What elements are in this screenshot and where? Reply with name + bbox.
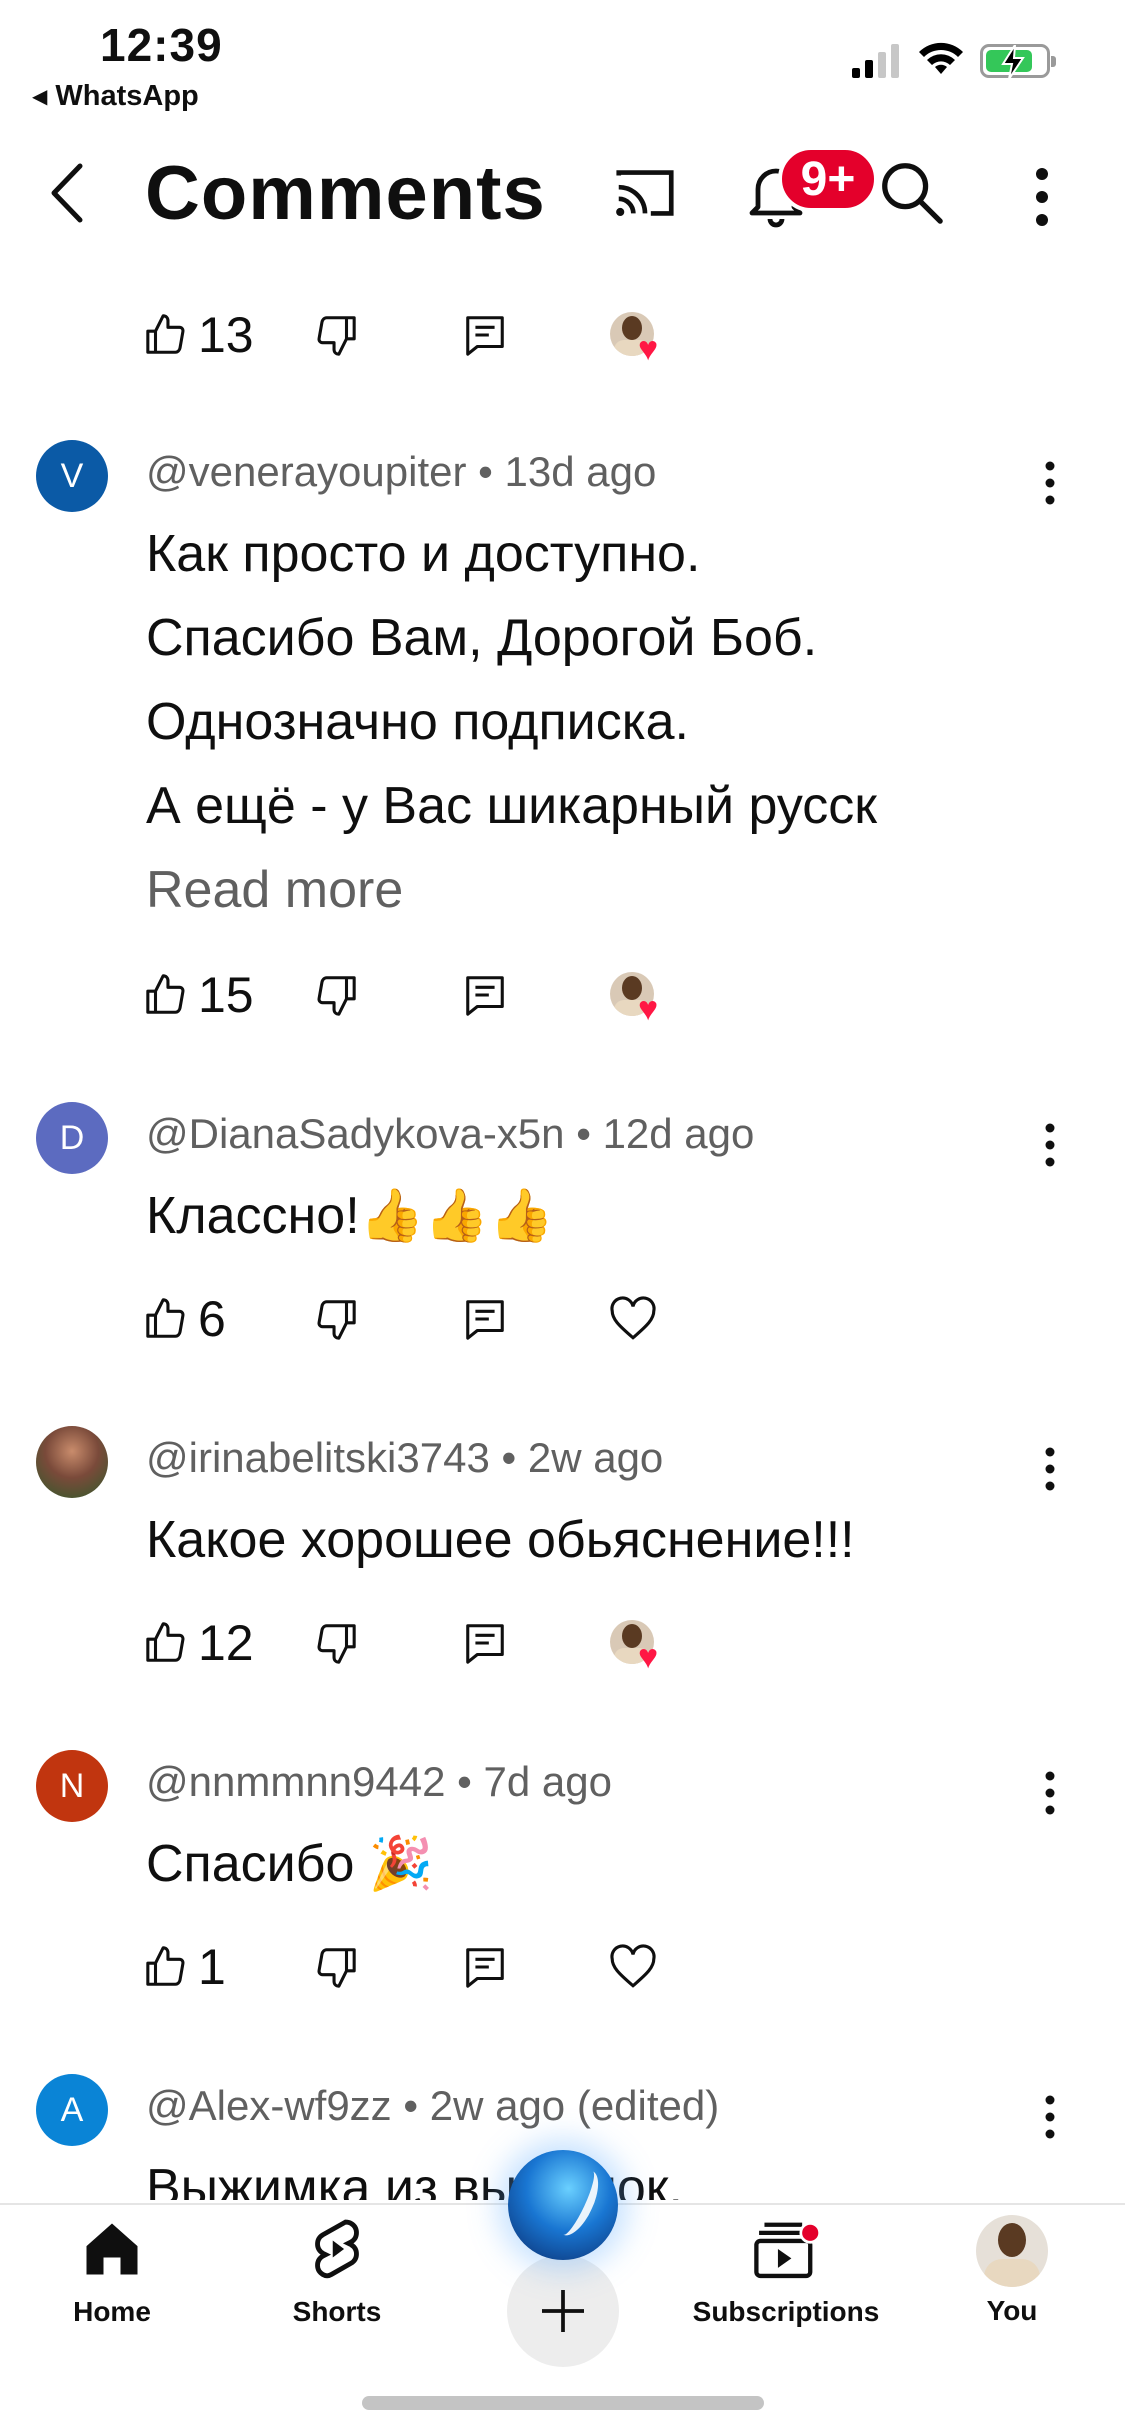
back-arrow-icon[interactable] bbox=[40, 158, 100, 228]
comment-more-icon[interactable] bbox=[1040, 1444, 1060, 1494]
creator-heart-icon: ♥ bbox=[610, 312, 674, 372]
reply-button[interactable] bbox=[462, 1598, 508, 1688]
thumbs-down-icon bbox=[317, 976, 356, 1016]
comment-actions: 6 bbox=[0, 1274, 1125, 1364]
like-count: 12 bbox=[198, 1615, 254, 1671]
page-title: Comments bbox=[145, 151, 546, 236]
nav-you-label: You bbox=[986, 2295, 1038, 2326]
comment-more-icon[interactable] bbox=[1040, 1120, 1060, 1170]
comment-more-icon[interactable] bbox=[1040, 2092, 1060, 2142]
comment-actions: 13 ♥ bbox=[0, 290, 1125, 380]
avatar[interactable]: D bbox=[36, 1102, 108, 1174]
like-button[interactable]: 13 bbox=[144, 290, 254, 380]
comment-actions: 15 ♥ bbox=[0, 950, 1125, 1040]
comment-actions: 12 ♥ bbox=[0, 1598, 1125, 1688]
reply-button[interactable] bbox=[462, 290, 508, 380]
creator-heart-button[interactable] bbox=[608, 1274, 658, 1364]
dislike-button[interactable] bbox=[312, 950, 358, 1040]
more-options-icon[interactable] bbox=[1022, 162, 1062, 232]
nav-shorts[interactable]: Shorts bbox=[237, 2215, 437, 2328]
comment-author-meta[interactable]: @Alex-wf9zz • 2w ago (edited) bbox=[146, 2082, 719, 2130]
comment-more-icon[interactable] bbox=[1040, 1768, 1060, 1818]
like-button[interactable]: 12 bbox=[144, 1598, 254, 1688]
like-count: 13 bbox=[198, 307, 254, 363]
reply-comment-icon bbox=[466, 1948, 504, 1988]
creator-heart-icon: ♥ bbox=[610, 972, 674, 1032]
comment-author-meta[interactable]: @DianaSadykova-x5n • 12d ago bbox=[146, 1110, 754, 1158]
thumbs-down-icon bbox=[317, 316, 356, 356]
like-button[interactable]: 15 bbox=[144, 950, 254, 1040]
notification-count-badge: 9+ bbox=[778, 146, 878, 212]
thumbs-up-icon bbox=[146, 314, 185, 354]
reply-button[interactable] bbox=[462, 1922, 508, 2012]
nav-subscriptions[interactable]: Subscriptions bbox=[686, 2215, 886, 2328]
comment-text-line: Какое хорошее обьяснение!!! bbox=[146, 1511, 855, 1569]
comment-actions: 1 bbox=[0, 1922, 1125, 2012]
thumbs-up-icon bbox=[146, 1298, 185, 1338]
thumbs-up-icon bbox=[146, 974, 185, 1014]
comment-text-line: Классно!👍👍👍 bbox=[146, 1187, 554, 1245]
subscriptions-icon bbox=[754, 2222, 821, 2279]
comment-text-line: Однозначно подписка. bbox=[146, 693, 689, 751]
comment-text-line: А ещё - у Вас шикарный русск bbox=[146, 777, 878, 835]
avatar-photo[interactable] bbox=[36, 1426, 108, 1498]
thumbs-down-icon bbox=[317, 1300, 356, 1340]
heart-outline-icon bbox=[610, 1944, 656, 1988]
avatar[interactable]: V bbox=[36, 440, 108, 512]
reply-comment-icon bbox=[466, 976, 504, 1016]
avatar[interactable]: N bbox=[36, 1750, 108, 1822]
avatar-letter: V bbox=[60, 456, 84, 495]
avatar-letter: D bbox=[59, 1118, 85, 1157]
comment-text-line: Спасибо 🎉 bbox=[146, 1835, 434, 1893]
comment-text-line: Спасибо Вам, Дорогой Боб. bbox=[146, 609, 818, 667]
home-indicator[interactable] bbox=[362, 2396, 764, 2410]
nav-you[interactable]: You bbox=[912, 2215, 1112, 2327]
comment-more-icon[interactable] bbox=[1040, 458, 1060, 508]
thumbs-down-icon bbox=[317, 1948, 356, 1988]
nav-home[interactable]: Home bbox=[12, 2215, 212, 2328]
avatar-letter: N bbox=[59, 1766, 85, 1805]
shorts-icon bbox=[315, 2219, 359, 2279]
avatar[interactable]: A bbox=[36, 2074, 108, 2146]
thumbs-up-icon bbox=[146, 1946, 185, 1986]
create-button[interactable] bbox=[507, 2255, 619, 2367]
like-count: 6 bbox=[198, 1291, 226, 1347]
like-count: 15 bbox=[198, 967, 254, 1023]
reply-comment-icon bbox=[466, 316, 504, 356]
read-more-link[interactable]: Read more bbox=[146, 848, 403, 932]
heart-outline-icon bbox=[610, 1296, 656, 1340]
like-button[interactable]: 1 bbox=[144, 1922, 226, 2012]
comments-header: Comments 9+ bbox=[0, 140, 1125, 250]
dislike-button[interactable] bbox=[312, 290, 358, 380]
home-icon bbox=[86, 2223, 138, 2275]
nav-home-label: Home bbox=[73, 2296, 151, 2327]
like-count: 1 bbox=[198, 1939, 226, 1995]
thumbs-up-icon bbox=[146, 1622, 185, 1662]
avatar-letter: A bbox=[60, 2090, 84, 2129]
reply-button[interactable] bbox=[462, 950, 508, 1040]
comment-author-meta[interactable]: @irinabelitski3743 • 2w ago bbox=[146, 1434, 663, 1482]
comments-list[interactable]: 13 ♥ V @venerayoupiter • 13d ago Как про… bbox=[0, 0, 1125, 2200]
comment-author-meta[interactable]: @venerayoupiter • 13d ago bbox=[146, 448, 656, 496]
cast-icon[interactable] bbox=[610, 158, 680, 228]
search-icon[interactable] bbox=[876, 156, 946, 228]
dislike-button[interactable] bbox=[312, 1922, 358, 2012]
creator-heart-button[interactable] bbox=[608, 1922, 658, 2012]
nav-shorts-label: Shorts bbox=[292, 2296, 382, 2327]
comment-text-line: Как просто и доступно. bbox=[146, 525, 701, 583]
reply-comment-icon bbox=[466, 1624, 504, 1664]
thumbs-down-icon bbox=[317, 1624, 356, 1664]
dislike-button[interactable] bbox=[312, 1598, 358, 1688]
like-button[interactable]: 6 bbox=[144, 1274, 226, 1364]
plus-icon bbox=[542, 2290, 584, 2332]
comment-author-meta[interactable]: @nnmmnn9442 • 7d ago bbox=[146, 1758, 612, 1806]
creator-heart-icon: ♥ bbox=[610, 1620, 674, 1680]
reply-button[interactable] bbox=[462, 1274, 508, 1364]
reply-comment-icon bbox=[466, 1300, 504, 1340]
user-avatar bbox=[976, 2215, 1048, 2287]
dislike-button[interactable] bbox=[312, 1274, 358, 1364]
nav-subscriptions-label: Subscriptions bbox=[692, 2296, 880, 2327]
